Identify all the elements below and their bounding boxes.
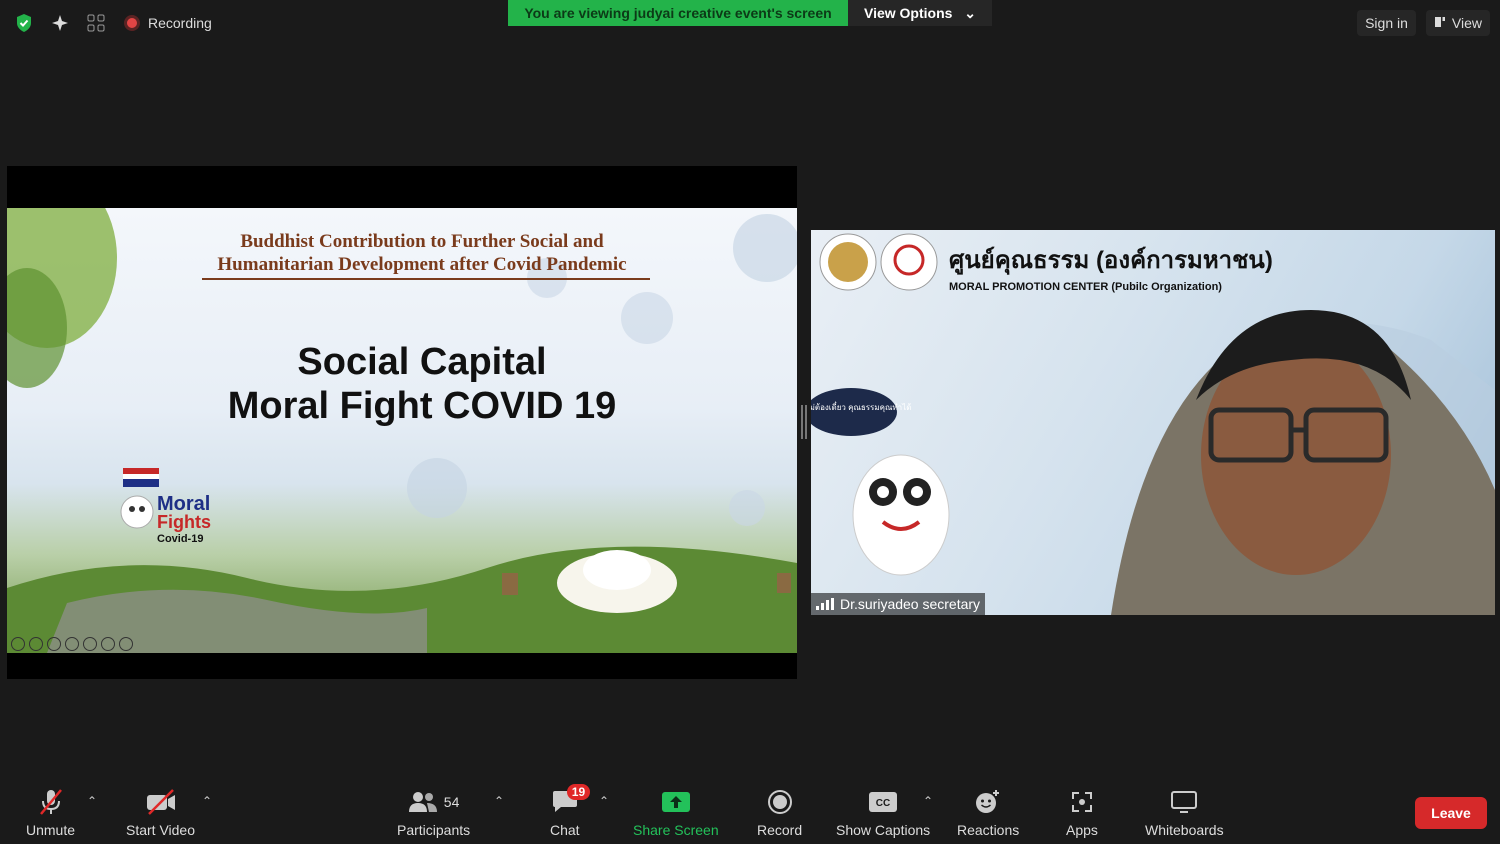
show-captions-label: Show Captions xyxy=(836,822,931,838)
apps-label: Apps xyxy=(1066,822,1098,838)
participants-button[interactable]: 54 Participants xyxy=(397,786,470,838)
view-label: View xyxy=(1451,15,1482,31)
participants-caret-icon[interactable]: ⌃ xyxy=(494,794,504,808)
apps-button[interactable]: Apps xyxy=(1066,786,1098,838)
video-options-caret-icon[interactable]: ⌃ xyxy=(202,794,212,808)
captions-cc-icon: CC xyxy=(868,786,898,818)
svg-text:CC: CC xyxy=(876,798,890,809)
mascot-bubble-text: ทำดีไม่ต้องเดี๋ยว คุณธรรมคุณทำได้ xyxy=(811,401,911,412)
share-screen-button[interactable]: Share Screen xyxy=(633,786,719,838)
logo-text-covid: Covid-19 xyxy=(157,533,203,545)
panel-resize-handle[interactable] xyxy=(801,405,807,439)
slide-main-line2: Moral Fight COVID 19 xyxy=(227,385,617,427)
chat-unread-badge: 19 xyxy=(566,784,591,800)
view-layout-icon xyxy=(1434,15,1446,31)
sign-in-label: Sign in xyxy=(1365,15,1408,31)
show-captions-button[interactable]: CC Show Captions xyxy=(836,786,930,838)
screen-share-banner: You are viewing judyai creative event's … xyxy=(508,0,992,26)
slide-title-underline xyxy=(202,278,650,280)
viewing-banner-text: You are viewing judyai creative event's … xyxy=(508,0,848,26)
top-right-controls: Sign in View xyxy=(1357,10,1490,36)
zoom-meeting-window: Recording You are viewing judyai creativ… xyxy=(0,0,1500,844)
slide-video-icon[interactable] xyxy=(83,637,97,651)
reactions-label: Reactions xyxy=(957,822,1020,838)
top-left-controls: Recording xyxy=(10,10,212,36)
start-video-button[interactable]: Start Video xyxy=(126,786,195,838)
recording-indicator[interactable]: Recording xyxy=(124,15,212,31)
apps-icon xyxy=(1069,786,1095,818)
record-icon xyxy=(767,786,793,818)
whiteboards-label: Whiteboards xyxy=(1145,822,1224,838)
slide-title-line1: Buddhist Contribution to Further Social … xyxy=(240,231,604,252)
recording-label: Recording xyxy=(148,15,212,31)
record-button[interactable]: Record xyxy=(757,786,802,838)
signal-bars-icon xyxy=(816,598,834,610)
org-header: ศูนย์คุณธรรม (องค์การมหาชน) MORAL PROMOT… xyxy=(949,240,1273,293)
participants-count: 54 xyxy=(443,794,460,810)
slide-zoom-icon[interactable] xyxy=(47,637,61,651)
share-screen-icon xyxy=(661,786,691,818)
org-english-name: MORAL PROMOTION CENTER (Pubilc Organizat… xyxy=(949,281,1222,293)
recording-dot-icon xyxy=(124,15,140,31)
slide-main-heading: Social Capital Moral Fight COVID 19 xyxy=(7,340,797,428)
sign-in-button[interactable]: Sign in xyxy=(1357,10,1416,36)
slide-pen-icon[interactable] xyxy=(29,637,43,651)
slide-prev-icon[interactable] xyxy=(11,637,25,651)
slide-title-line2: Humanitarian Development after Covid Pan… xyxy=(217,254,627,275)
participant-video-tile[interactable]: ทำดีไม่ต้องเดี๋ยว คุณธรรมคุณทำได้ ศูนย์ค… xyxy=(811,230,1495,615)
reactions-smiley-icon xyxy=(974,786,1002,818)
unmute-button[interactable]: Unmute xyxy=(26,786,75,838)
leave-label: Leave xyxy=(1431,805,1471,821)
record-label: Record xyxy=(757,822,803,838)
chat-caret-icon[interactable]: ⌃ xyxy=(599,794,609,808)
chat-icon: 19 xyxy=(551,784,591,818)
unmute-label: Unmute xyxy=(26,822,76,838)
slide-next-icon[interactable] xyxy=(119,637,133,651)
participant-name-tag: Dr.suriyadeo secretary xyxy=(811,593,986,615)
start-video-label: Start Video xyxy=(126,822,196,838)
moral-fights-logo: Moral Fights Covid-19 xyxy=(115,464,235,560)
sparkle-icon[interactable] xyxy=(46,10,74,36)
view-options-button[interactable]: View Options ⌄ xyxy=(848,0,992,26)
leave-button[interactable]: Leave xyxy=(1415,797,1487,829)
bottom-toolbar: Unmute ⌃ Start Video ⌃ 54 Participants ⌃… xyxy=(0,780,1500,844)
video-off-icon xyxy=(145,786,177,818)
security-shield-icon[interactable] xyxy=(10,10,38,36)
org-thai-name: ศูนย์คุณธรรม (องค์การมหาชน) xyxy=(949,247,1273,274)
participant-name: Dr.suriyadeo secretary xyxy=(840,596,981,612)
slide-more-icon[interactable] xyxy=(101,637,115,651)
slide-title: Buddhist Contribution to Further Social … xyxy=(7,230,797,276)
view-button[interactable]: View xyxy=(1425,10,1490,36)
slide-tools xyxy=(11,637,133,651)
microphone-muted-icon xyxy=(36,786,66,818)
slide-main-line1: Social Capital xyxy=(297,341,547,383)
shared-screen-panel[interactable]: Buddhist Contribution to Further Social … xyxy=(7,166,797,679)
reactions-button[interactable]: Reactions xyxy=(957,786,1019,838)
top-bar: Recording You are viewing judyai creativ… xyxy=(0,0,1500,46)
share-screen-label: Share Screen xyxy=(633,822,719,838)
chat-label: Chat xyxy=(550,822,580,838)
view-options-label: View Options xyxy=(864,5,953,21)
chat-button[interactable]: 19 Chat xyxy=(550,784,591,838)
whiteboard-icon xyxy=(1170,786,1198,818)
gallery-grid-icon[interactable] xyxy=(82,10,110,36)
participants-label: Participants xyxy=(397,822,471,838)
participants-icon: 54 xyxy=(408,786,460,818)
logo-text-fights: Fights xyxy=(157,512,211,532)
presentation-slide: Buddhist Contribution to Further Social … xyxy=(7,208,797,653)
captions-caret-icon[interactable]: ⌃ xyxy=(923,794,933,808)
whiteboards-button[interactable]: Whiteboards xyxy=(1145,786,1224,838)
chevron-down-icon: ⌄ xyxy=(964,4,976,21)
audio-options-caret-icon[interactable]: ⌃ xyxy=(87,794,97,808)
slide-cc-icon[interactable] xyxy=(65,637,79,651)
